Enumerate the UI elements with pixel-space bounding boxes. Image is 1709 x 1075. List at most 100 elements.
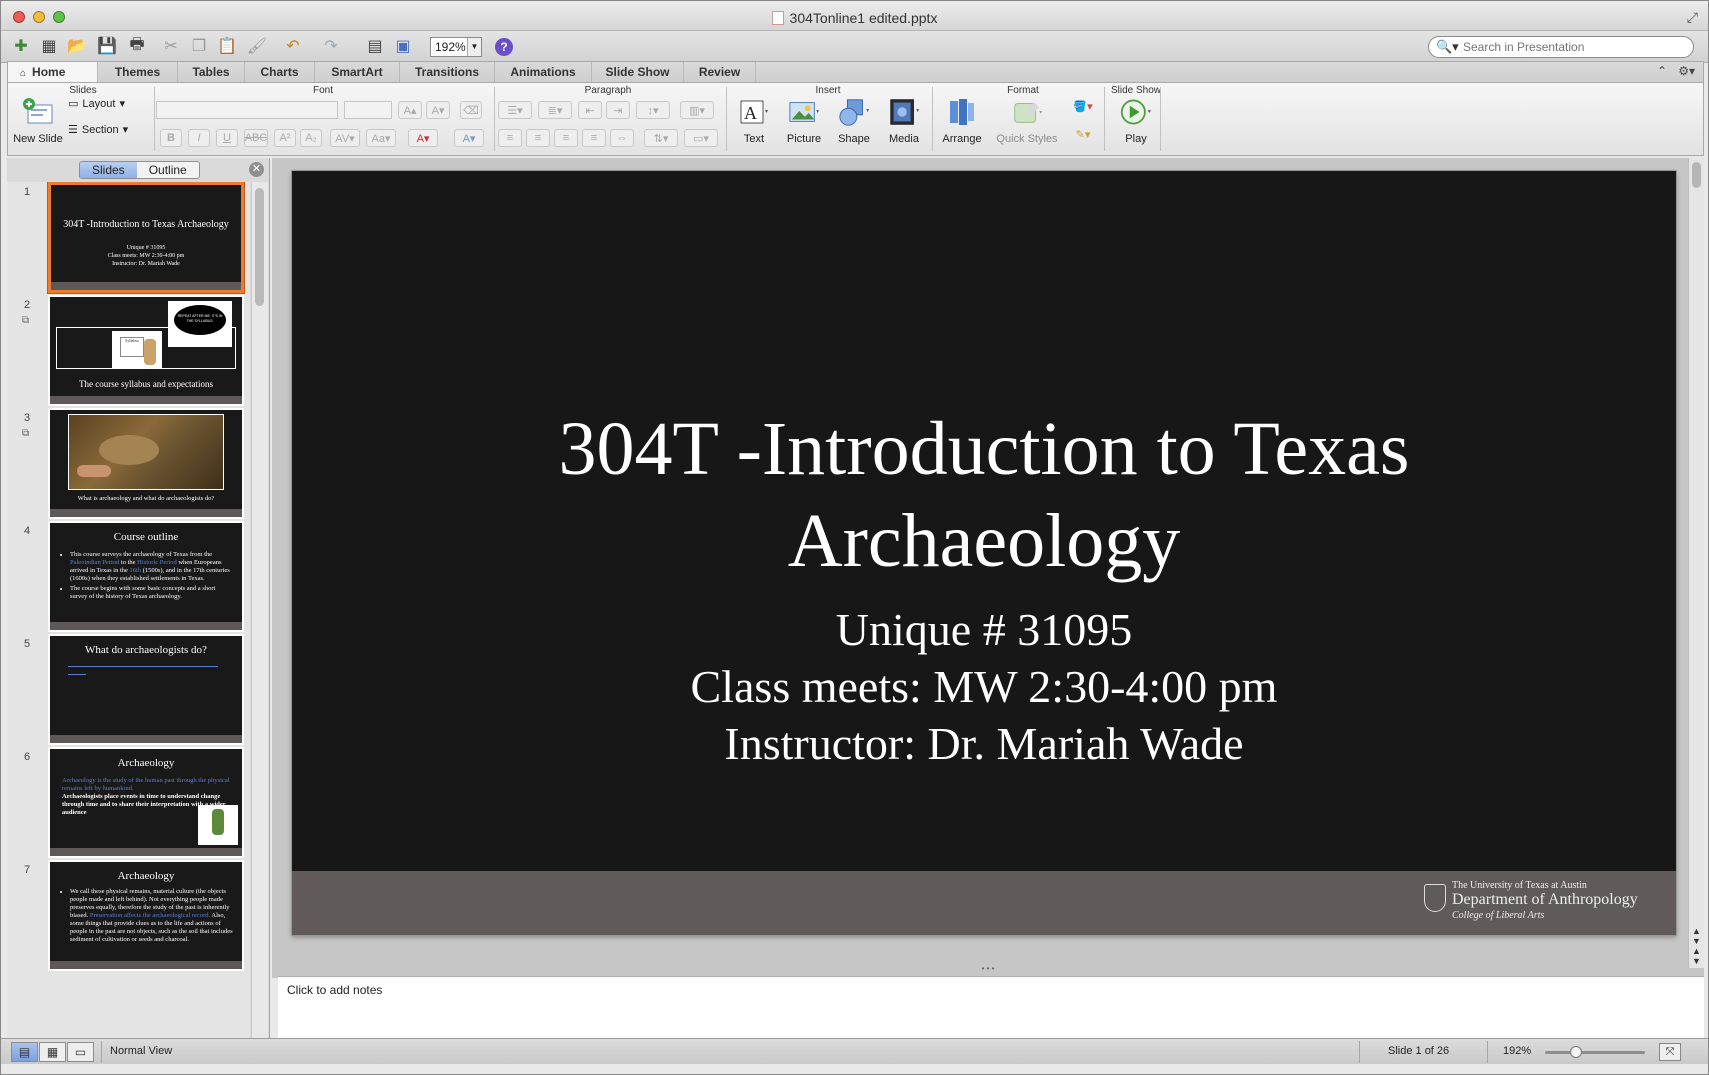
strikethrough-icon[interactable]: ABC [244,129,268,147]
scrollbar-thumb[interactable] [1692,162,1701,188]
normal-view-icon[interactable]: ▤ [11,1042,38,1062]
justify-icon[interactable]: ≡ [582,129,606,147]
bold-icon[interactable]: B [160,129,182,147]
tab-smartart[interactable]: SmartArt [315,62,400,82]
change-case-icon[interactable]: Aa▾ [366,129,396,147]
superscript-icon[interactable]: A² [274,129,296,147]
notes-splitter[interactable]: • • • [272,965,1704,976]
media-browser-icon[interactable]: ▣ [391,35,415,57]
insert-shape-button[interactable]: Shape [830,97,878,145]
fit-to-window-icon[interactable]: ⤧ [1659,1043,1681,1061]
slide-thumbnail[interactable]: What is archaeology and what do archaeol… [48,408,244,519]
slide-thumbnail-row[interactable]: 3 ⧉ What is archaeology and what do arch… [7,408,250,519]
slide-sorter-icon[interactable]: ▦ [39,1042,66,1062]
tab-home[interactable]: ⌂ Home [8,62,98,83]
zoom-dropdown-icon[interactable]: ▼ [467,38,481,56]
ribbon-settings-icon[interactable]: ⚙▾ [1678,64,1695,78]
subscript-icon[interactable]: A₂ [300,129,322,147]
slide-thumbnail-row[interactable]: 1 304T -Introduction to Texas Archaeolog… [7,182,250,293]
play-button[interactable]: Play [1112,97,1160,145]
tab-review[interactable]: Review [684,62,756,82]
slide-thumbnail[interactable]: 304T -Introduction to Texas Archaeology … [48,182,244,293]
shape-fill-icon[interactable]: 🪣▾ [1066,97,1100,115]
templates-gallery-icon[interactable]: ▦ [37,35,61,57]
font-size-field[interactable] [344,101,392,119]
tab-charts[interactable]: Charts [245,62,315,82]
search-input[interactable] [1463,39,1683,55]
collapse-ribbon-icon[interactable]: ⌃ [1657,64,1667,78]
slide-thumbnail[interactable]: Archaeology We call these physical remai… [48,860,244,971]
insert-text-button[interactable]: A Text [730,97,778,145]
increase-indent-icon[interactable]: ⇥ [606,101,630,119]
slide-thumbnail-row[interactable]: 6 Archaeology Archaeology is the study o… [7,747,250,858]
cut-icon[interactable]: ✂ [159,35,183,57]
slide-subtitle[interactable]: Unique # 31095 Class meets: MW 2:30-4:00… [292,601,1676,772]
slide-title[interactable]: 304T -Introduction to Texas Archaeology [292,403,1676,587]
slides-pane-scrollbar[interactable] [251,182,268,1038]
tab-tables[interactable]: Tables [178,62,245,82]
line-spacing-icon[interactable]: ↕▾ [636,101,670,119]
slide-thumbnail-row[interactable]: 4 Course outline This course surveys the… [7,521,250,632]
slide-thumbnail-row[interactable]: 2 ⧉ REPEAT AFTER ME: IT'S IN THE SYLLABU… [7,295,250,406]
open-icon[interactable]: 📂 [65,35,89,57]
outline-tab[interactable]: Outline [136,162,199,178]
clear-formatting-icon[interactable]: ⌫ [460,101,482,119]
tab-animations[interactable]: Animations [495,62,592,82]
italic-icon[interactable]: I [188,129,210,147]
editor-scrollbar[interactable]: ▲ ▼ ▲ ▼ [1688,158,1704,968]
arrange-button[interactable]: Arrange [938,97,986,145]
slide-thumbnail[interactable]: Archaeology Archaeology is the study of … [48,747,244,858]
new-document-icon[interactable]: ✚ [9,35,33,57]
print-icon[interactable]: 🖶 [125,35,149,57]
new-slide-button[interactable]: New Slide [12,97,64,145]
shape-line-icon[interactable]: ✎▾ [1066,125,1100,143]
align-center-icon[interactable]: ≡ [526,129,550,147]
numbering-icon[interactable]: ≣▾ [538,101,572,119]
decrease-indent-icon[interactable]: ⇤ [578,101,602,119]
text-direction-icon[interactable]: ⇅▾ [644,129,678,147]
shrink-font-icon[interactable]: A▾ [426,101,450,119]
tab-themes[interactable]: Themes [98,62,178,82]
format-painter-icon[interactable]: 🖌 [245,35,269,57]
zoom-slider-thumb[interactable] [1570,1046,1582,1058]
slide-show-view-icon[interactable]: ▭ [67,1042,94,1062]
help-icon[interactable]: ? [495,38,513,56]
redo-icon[interactable]: ↷ [319,35,343,57]
align-right-icon[interactable]: ≡ [554,129,578,147]
text-effects-icon[interactable]: A▾ [454,129,484,147]
slide-thumbnail[interactable]: Course outline This course surveys the a… [48,521,244,632]
distribute-icon[interactable]: ⇔ [610,129,634,147]
undo-icon[interactable]: ↶ [281,35,305,57]
slide-thumbnail[interactable]: What do archaeologists do? [48,634,244,745]
section-button[interactable]: ☰ Section ▾ [68,123,128,137]
grow-font-icon[interactable]: A▴ [398,101,422,119]
slides-tab[interactable]: Slides [80,162,137,178]
show-toolbox-icon[interactable]: ▤ [363,35,387,57]
fullscreen-icon[interactable]: ⤢ [1687,9,1698,26]
zoom-combobox[interactable]: 192% ▼ [430,37,482,57]
font-color-icon[interactable]: A▾ [408,129,438,147]
character-spacing-icon[interactable]: AV▾ [330,129,360,147]
columns-icon[interactable]: ▥▾ [680,101,714,119]
notes-pane[interactable]: Click to add notes [278,976,1704,1038]
slide-thumbnail[interactable]: REPEAT AFTER ME: IT'S IN THE SYLLABUS. S… [48,295,244,406]
font-name-field[interactable] [156,101,338,119]
layout-button[interactable]: ▭ Layout ▾ [68,97,125,111]
slide-thumbnail-row[interactable]: 7 Archaeology We call these physical rem… [7,860,250,971]
insert-media-button[interactable]: Media [880,97,928,145]
bullets-icon[interactable]: ☰▾ [498,101,532,119]
scrollbar-thumb[interactable] [255,188,264,306]
copy-icon[interactable]: ❐ [187,35,211,57]
align-left-icon[interactable]: ≡ [498,129,522,147]
align-text-icon[interactable]: ▭▾ [684,129,718,147]
paste-icon[interactable]: 📋 [215,35,239,57]
tab-slide-show[interactable]: Slide Show [592,62,684,82]
zoom-slider[interactable] [1545,1046,1645,1058]
quick-styles-button[interactable]: Quick Styles [992,97,1062,145]
tab-transitions[interactable]: Transitions [400,62,495,82]
insert-picture-button[interactable]: Picture [780,97,828,145]
save-icon[interactable]: 💾 [95,35,119,57]
scroll-arrows[interactable]: ▲ ▼ ▲ ▼ [1690,926,1703,966]
underline-icon[interactable]: U [216,129,238,147]
slide-thumbnail-row[interactable]: 5 What do archaeologists do? [7,634,250,745]
